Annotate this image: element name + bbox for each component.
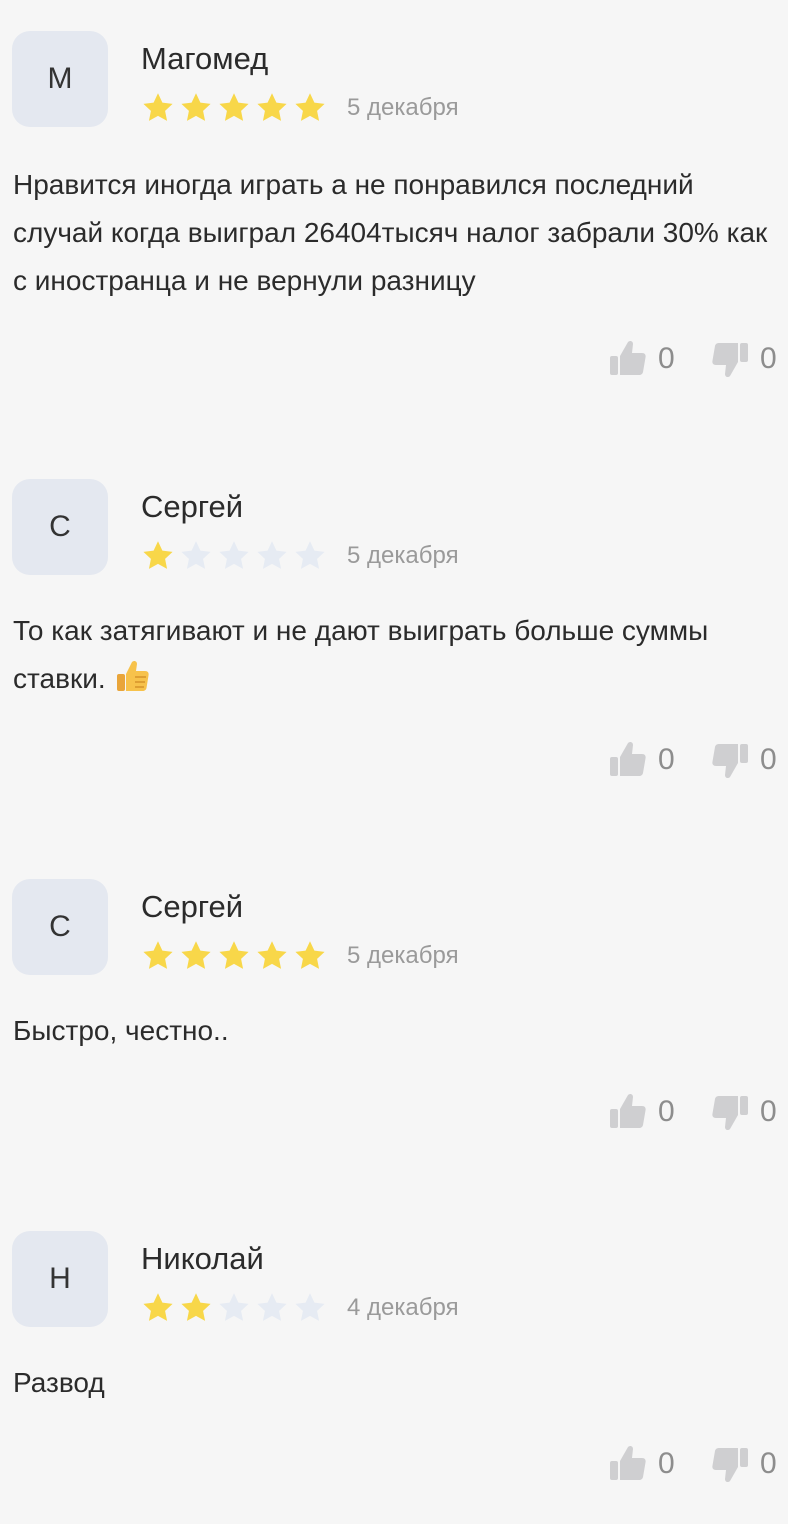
review-date: 4 декабря [347,1294,459,1321]
avatar: М [12,31,108,127]
like-button[interactable]: 0 [608,740,676,780]
star-icon [217,939,251,973]
vote-bar: 0 0 [608,339,778,379]
thumbs-up-icon [608,1092,648,1132]
avatar-initial: С [49,910,71,943]
star-rating [141,539,331,573]
thumbs-up-icon [608,740,648,780]
star-icon [179,939,213,973]
review-text-content: Развод [13,1367,105,1398]
vote-bar: 0 0 [608,1444,778,1484]
dislike-button[interactable]: 0 [710,339,778,379]
like-count: 0 [658,1447,675,1480]
review-date: 5 декабря [347,542,459,569]
thumbs-up-emoji-icon [114,658,150,694]
thumbs-up-icon [608,1444,648,1484]
like-button[interactable]: 0 [608,1444,676,1484]
vote-bar: 0 0 [608,740,778,780]
star-icon [255,539,289,573]
star-icon [141,1291,175,1325]
star-icon [255,1291,289,1325]
star-icon [217,1291,251,1325]
reviewer-name: Сергей [141,489,244,524]
dislike-count: 0 [760,1447,777,1480]
star-rating [141,1291,331,1325]
thumbs-up-icon [608,339,648,379]
like-button[interactable]: 0 [608,1092,676,1132]
star-icon [255,939,289,973]
like-count: 0 [658,342,675,375]
star-icon [217,539,251,573]
avatar-initial: С [49,510,71,543]
star-icon [293,539,327,573]
avatar-initial: Н [49,1262,71,1295]
star-icon [179,539,213,573]
reviewer-name: Сергей [141,889,244,924]
star-rating [141,91,331,125]
vote-bar: 0 0 [608,1092,778,1132]
avatar: С [12,479,108,575]
review-text: Быстро, честно.. [13,1007,783,1055]
review-text: Развод [13,1359,783,1407]
avatar-initial: М [47,62,73,95]
review-text-content: Быстро, честно.. [13,1015,229,1046]
reviewer-name: Магомед [141,41,269,76]
dislike-count: 0 [760,1095,777,1128]
star-icon [293,939,327,973]
review-text: То как затягивают и не дают выиграть бол… [13,607,783,703]
thumbs-down-icon [710,1444,750,1484]
star-icon [141,539,175,573]
like-count: 0 [658,1095,675,1128]
like-count: 0 [658,743,675,776]
star-icon [255,91,289,125]
star-icon [217,91,251,125]
dislike-count: 0 [760,342,777,375]
review-date: 5 декабря [347,942,459,969]
dislike-count: 0 [760,743,777,776]
star-icon [141,939,175,973]
avatar: Н [12,1231,108,1327]
thumbs-down-icon [710,1092,750,1132]
star-rating [141,939,331,973]
review-text: Нравится иногда играть а не понравился п… [13,161,783,305]
dislike-button[interactable]: 0 [710,740,778,780]
review-date: 5 декабря [347,94,459,121]
thumbs-down-icon [710,339,750,379]
thumbs-down-icon [710,740,750,780]
star-icon [179,1291,213,1325]
review-text-content: Нравится иногда играть а не понравился п… [13,169,768,296]
star-icon [293,1291,327,1325]
star-icon [293,91,327,125]
dislike-button[interactable]: 0 [710,1444,778,1484]
star-icon [141,91,175,125]
dislike-button[interactable]: 0 [710,1092,778,1132]
reviewer-name: Николай [141,1241,264,1276]
avatar: С [12,879,108,975]
like-button[interactable]: 0 [608,339,676,379]
star-icon [179,91,213,125]
